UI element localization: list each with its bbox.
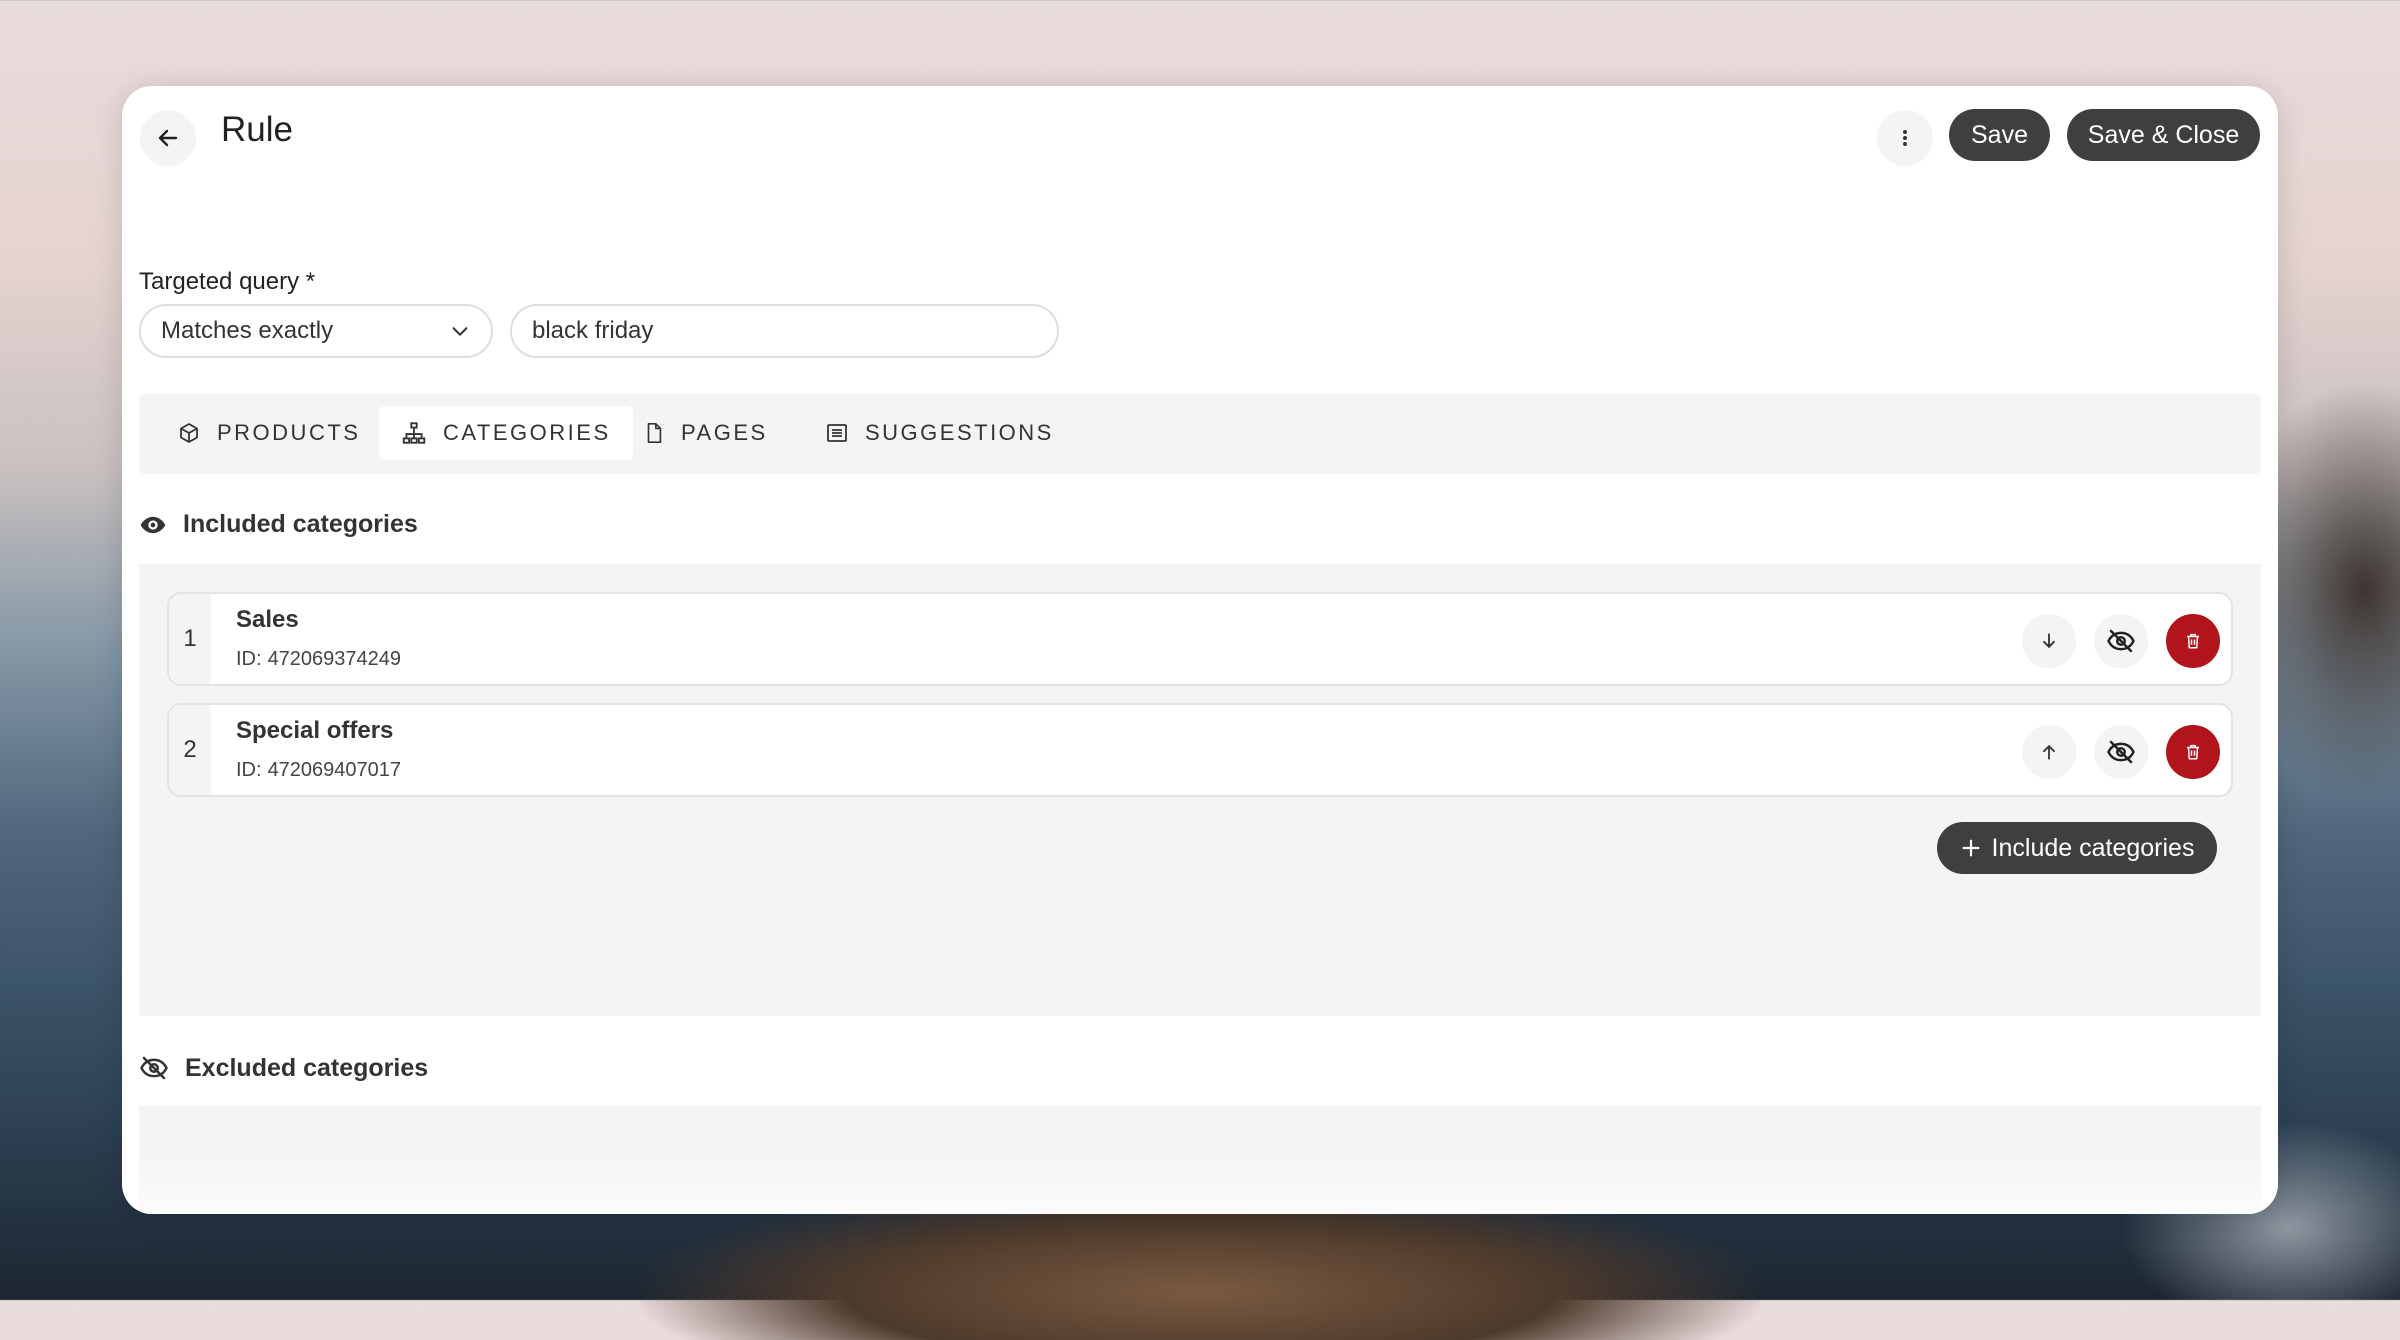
tab-categories[interactable]: CATEGORIES [379,406,633,460]
tab-categories-label: CATEGORIES [443,420,611,445]
hierarchy-icon [402,422,426,444]
tab-suggestions[interactable]: SUGGESTIONS [803,406,1076,460]
eye-off-icon [140,1056,168,1080]
include-categories-button[interactable]: Include categories [1937,822,2217,874]
back-button[interactable] [140,110,196,166]
excluded-categories-title: Excluded categories [185,1053,429,1082]
rule-panel: Rule Save Save & Close Targeted query * … [122,86,2278,1214]
delete-button[interactable] [2166,614,2220,668]
move-up-button[interactable] [2022,725,2076,779]
category-id-prefix: ID: [236,648,262,670]
category-id: ID: 472069407017 [236,759,401,782]
tab-products-label: PRODUCTS [217,420,361,445]
arrow-left-icon [158,129,178,147]
match-type-value: Matches exactly [161,317,334,344]
exclude-button[interactable] [2094,614,2148,668]
category-id: ID: 472069374249 [236,648,401,671]
targeted-query-label: Targeted query * [139,268,316,295]
tab-pages-label: PAGES [681,420,768,445]
match-type-select[interactable]: Matches exactly [139,304,493,358]
delete-button[interactable] [2166,725,2220,779]
category-id-value: 472069407017 [267,759,402,781]
excluded-categories-heading: Excluded categories [139,1053,428,1083]
tab-products[interactable]: PRODUCTS [155,406,382,460]
eye-icon [140,516,166,533]
category-name: Sales [236,606,299,633]
more-options-button[interactable] [1877,110,1933,166]
item-index: 1 [169,594,211,684]
tab-pages[interactable]: PAGES [621,406,790,460]
chevron-down-icon [452,327,468,336]
save-close-button[interactable]: Save & Close [2067,109,2260,161]
more-vertical-icon [1903,130,1907,146]
plus-icon [1962,839,1979,857]
eye-off-icon [2107,740,2135,764]
include-categories-label: Include categories [1991,833,2195,862]
included-categories-list: 1 Sales ID: 472069374249 2 Special offers… [139,564,2261,1016]
category-id-value: 472069374249 [267,648,402,670]
page-title: Rule [221,110,293,149]
list-item: 2 Special offers ID: 472069407017 [167,703,2233,797]
move-down-button[interactable] [2022,614,2076,668]
included-categories-heading: Included categories [139,510,418,539]
list-item: 1 Sales ID: 472069374249 [167,592,2233,686]
arrow-down-icon [2043,633,2055,648]
exclude-button[interactable] [2094,725,2148,779]
trash-icon [2187,744,2199,760]
document-icon [647,423,662,443]
save-button[interactable]: Save [1949,109,2050,161]
item-index: 2 [169,705,211,795]
tab-suggestions-label: SUGGESTIONS [865,420,1054,445]
tab-bar: PRODUCTS CATEGORIES PAGES SUGGESTIONS [139,394,2261,474]
query-input[interactable] [510,304,1059,358]
category-name: Special offers [236,717,394,744]
eye-off-icon [2107,629,2135,653]
trash-icon [2187,633,2199,649]
included-categories-title: Included categories [183,510,418,538]
box-icon [180,423,198,443]
scroll-fade [122,1154,2278,1214]
list-icon [827,424,847,442]
arrow-up-icon [2043,745,2055,760]
category-id-prefix: ID: [236,759,262,781]
